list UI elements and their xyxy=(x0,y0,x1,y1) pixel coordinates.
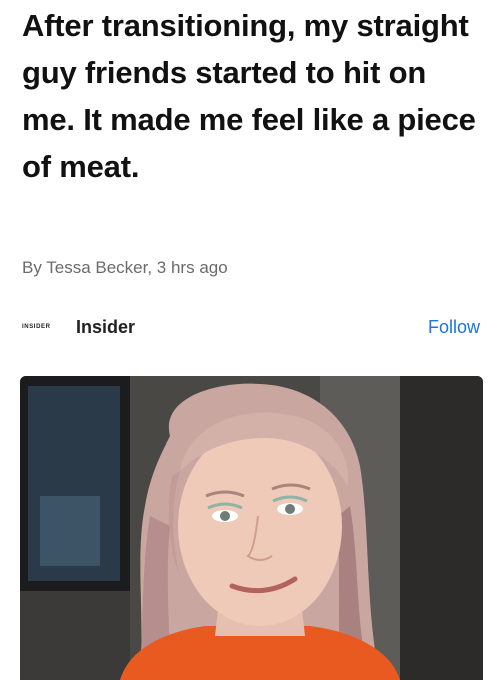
follow-button[interactable]: Follow xyxy=(428,317,484,338)
source-name[interactable]: Insider xyxy=(76,317,135,338)
portrait-photo xyxy=(20,376,483,680)
source-info[interactable]: INSIDER Insider xyxy=(22,317,135,338)
article-card: After transitioning, my straight guy fri… xyxy=(0,0,502,680)
article-photo[interactable] xyxy=(20,376,483,680)
source-row: INSIDER Insider Follow xyxy=(22,312,484,342)
article-byline: By Tessa Becker, 3 hrs ago xyxy=(22,258,228,277)
article-headline[interactable]: After transitioning, my straight guy fri… xyxy=(22,2,482,190)
insider-logo: INSIDER xyxy=(22,324,51,330)
